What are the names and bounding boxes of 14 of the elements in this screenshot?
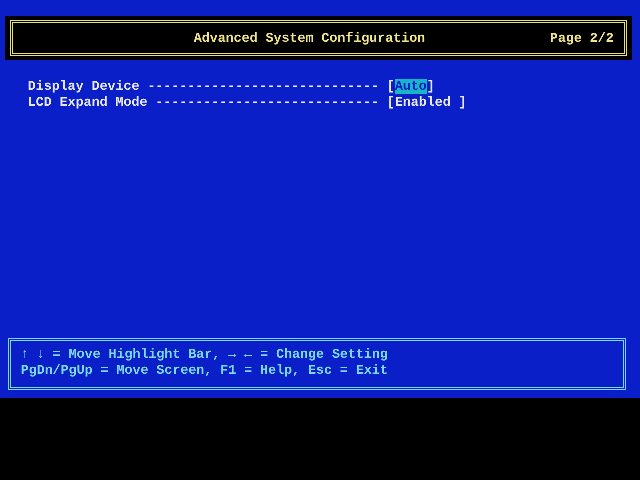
bracket: [ [387, 94, 396, 110]
bracket: [ [387, 78, 396, 94]
setting-value[interactable]: Auto [395, 78, 427, 94]
help-text: ↑ ↓ = Move Highlight Bar, → ← = Change Setting [21, 347, 390, 363]
setting-label: LCD Expand Mode [28, 94, 149, 110]
bracket: ] [458, 94, 467, 110]
page-number: Page 2/2 [550, 30, 614, 46]
setting-label: Display Device [28, 78, 141, 94]
leader-dashes: ----------------------------- [148, 78, 380, 94]
help-text: PgDn/PgUp = Move Screen, F1 = Help, Esc = Exit [21, 363, 390, 379]
leader-dashes: ---------------------------- [156, 94, 380, 110]
screen-title: Advanced System Configuration [194, 30, 426, 46]
bracket: ] [427, 78, 435, 94]
setting-value[interactable]: Enabled [395, 94, 459, 110]
